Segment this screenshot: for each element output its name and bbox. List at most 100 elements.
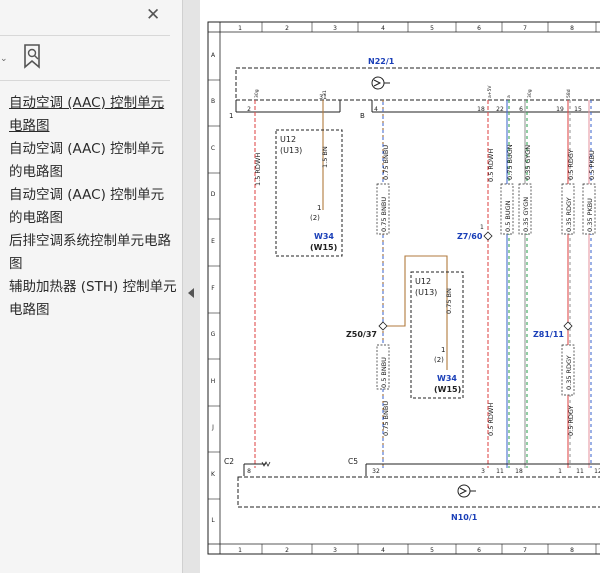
wiring-diagram: 1 2 3 4 5 6 7 8 1 2 3 4 5 6 7 8 A B C D … <box>207 21 600 555</box>
wire-label: 0.75 BNBU <box>382 145 390 180</box>
wire-label: 1.5 BN <box>321 146 329 168</box>
pin-number: 1 <box>441 346 445 354</box>
column-label: 1 <box>238 547 242 554</box>
wire-label: 0.35 PKBU <box>586 198 594 232</box>
pin-number: 8 <box>247 468 251 475</box>
document-page[interactable]: 1 2 3 4 5 6 7 8 1 2 3 4 5 6 7 8 A B C D … <box>200 0 600 573</box>
connector-label: C5 <box>348 457 358 466</box>
n10-label: N10/1 <box>451 513 478 522</box>
close-icon[interactable]: ✕ <box>146 5 160 25</box>
column-label: 2 <box>285 547 289 554</box>
pin-number: (2) <box>434 356 444 364</box>
pin-signal: 31 <box>322 90 328 96</box>
wire-label: 0.5 RDGY <box>567 149 575 180</box>
connector-label: 1 <box>229 112 233 120</box>
n22-label: N22/1 <box>368 57 395 66</box>
splice-label: Z81/11 <box>533 330 564 339</box>
pin-number: 19 <box>556 106 564 113</box>
splice-z7 <box>483 231 493 241</box>
column-label: 3 <box>333 547 337 554</box>
column-label: 7 <box>523 25 527 32</box>
pin-signal: a+5V <box>487 85 493 98</box>
bookmark-item[interactable]: 自动空调 (AAC) 控制单元电路图 <box>9 92 177 138</box>
pin-number: 11 <box>496 468 504 475</box>
column-label: 8 <box>570 25 574 32</box>
column-label: 1 <box>238 25 242 32</box>
pin-number: 32 <box>372 468 380 475</box>
w34-sub-label: (W15) <box>310 243 337 252</box>
wire-label: 0.35 RDGY <box>565 197 573 232</box>
wire-label: 0.75 BNBU <box>382 401 390 436</box>
column-label: 8 <box>570 547 574 554</box>
splice-z50 <box>378 321 388 331</box>
pin-number: 4 <box>374 106 378 113</box>
column-label: 6 <box>477 547 481 554</box>
pin-number: 11 <box>576 468 584 475</box>
pin-number: 1 <box>317 204 321 212</box>
pin-number: 6 <box>519 106 523 113</box>
w34-sub-label: (W15) <box>434 385 461 394</box>
connector-label: C2 <box>224 457 234 466</box>
wire-label: 0.75 BNBU <box>380 197 388 232</box>
row-label: C <box>211 145 215 152</box>
pin-number: 3 <box>481 468 485 475</box>
pin-signal: 30g <box>527 89 533 98</box>
bookmark-list: 自动空调 (AAC) 控制单元电路图 自动空调 (AAC) 控制单元的电路图 自… <box>9 92 177 322</box>
bookmarks-sidebar: ✕ ⌄ 自动空调 (AAC) 控制单元电路图 自动空调 (AAC) 控制单元的电… <box>0 0 182 573</box>
column-label: 5 <box>430 25 434 32</box>
splice-label: Z50/37 <box>346 330 377 339</box>
bookmark-item[interactable]: 辅助加热器 (STH) 控制单元电路图 <box>9 276 177 322</box>
pin-number: 15 <box>574 106 582 113</box>
wire-label: 0.75 BN <box>445 288 453 314</box>
row-label: H <box>211 378 216 385</box>
pin-number: 22 <box>496 106 504 113</box>
column-label: 2 <box>285 25 289 32</box>
pin-number: 2 <box>247 106 251 113</box>
collapse-sidebar-icon[interactable] <box>188 288 194 298</box>
column-label: 4 <box>381 547 385 554</box>
sidebar-divider <box>0 35 170 36</box>
row-label: D <box>211 191 216 198</box>
w34-label: W34 <box>314 232 334 241</box>
u12-sub-label: (U13) <box>415 288 437 297</box>
splice-label: Z7/60 <box>457 232 483 241</box>
row-label: F <box>211 285 215 292</box>
row-label: L <box>211 517 215 524</box>
splice-z81 <box>563 321 573 331</box>
n22-module <box>235 67 600 113</box>
bookmark-item[interactable]: 自动空调 (AAC) 控制单元的电路图 <box>9 184 177 230</box>
sidebar-divider <box>0 80 170 81</box>
bookmark-item[interactable]: 后排空调系统控制单元电路图 <box>9 230 177 276</box>
wire-label: 0.5 RDWH <box>487 149 495 182</box>
wire-bn-2 <box>383 255 448 370</box>
column-label: 7 <box>523 547 527 554</box>
wire-label: 0.5 BUGN <box>504 200 512 232</box>
bookmark-search-icon[interactable] <box>20 43 44 71</box>
wire-label: 1.5 RDWH <box>254 153 262 186</box>
wire-label: 0.5 RDGY <box>567 405 575 436</box>
wire-label: 0.5 BNBU <box>380 357 388 388</box>
u12-sub-label: (U13) <box>280 146 302 155</box>
sidebar-splitter[interactable] <box>182 0 201 573</box>
u12-label: U12 <box>415 277 431 286</box>
row-label: J <box>211 424 214 431</box>
diagram-frame <box>207 21 600 555</box>
wire-label: 0.35 RDGY <box>565 355 573 390</box>
wire-label: 0.5 PKBU <box>588 150 596 180</box>
n10-module <box>237 476 600 508</box>
wire-label: 0.75 BUGN <box>506 144 514 180</box>
column-label: 3 <box>333 25 337 32</box>
column-label: 6 <box>477 25 481 32</box>
bookmark-item[interactable]: 自动空调 (AAC) 控制单元的电路图 <box>9 138 177 184</box>
wire-label: 0.5 RDWH <box>487 403 495 436</box>
pin-number: 1 <box>558 468 562 475</box>
row-label: G <box>211 331 216 338</box>
pin-number: 18 <box>477 106 485 113</box>
pin-signal: 58d <box>566 89 572 98</box>
wire-label: 0.35 GYGN <box>524 145 532 180</box>
chevron-down-icon[interactable]: ⌄ <box>0 54 8 64</box>
row-label: K <box>211 471 216 478</box>
w34-label: W34 <box>437 374 457 383</box>
pin-number: 1 <box>480 224 484 231</box>
u12-label: U12 <box>280 135 296 144</box>
